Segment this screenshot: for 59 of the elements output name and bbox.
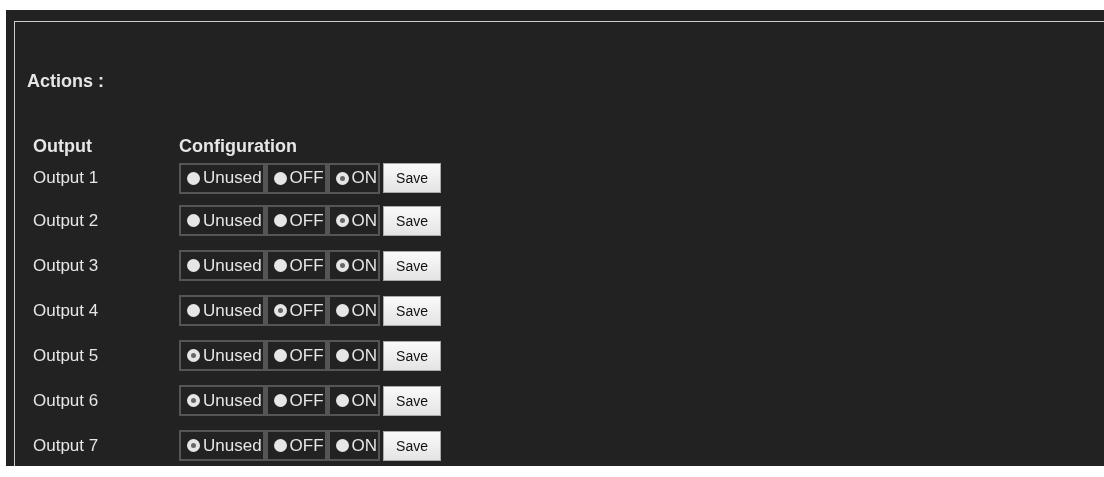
radio-button[interactable] <box>273 259 287 272</box>
save-button[interactable]: Save <box>383 163 442 193</box>
radio-button[interactable] <box>335 214 349 227</box>
output-label: Output 7 <box>33 435 100 457</box>
output-label: Output 3 <box>33 255 100 277</box>
radio-button[interactable] <box>335 171 349 185</box>
save-button[interactable]: Save <box>383 430 442 461</box>
radio-option[interactable]: ON <box>329 432 379 459</box>
radio-option[interactable]: OFF <box>267 252 325 279</box>
radio-button[interactable] <box>335 259 349 272</box>
save-button[interactable]: Save <box>383 205 442 236</box>
radio-option[interactable]: Unused <box>181 387 263 414</box>
radio-button[interactable] <box>187 259 200 272</box>
section-title: Actions : <box>27 71 104 92</box>
radio-option[interactable]: Unused <box>181 164 263 192</box>
radio-button[interactable] <box>187 439 200 452</box>
save-button[interactable]: Save <box>383 385 442 416</box>
radio-option[interactable]: ON <box>329 164 379 192</box>
column-header: Configuration <box>179 135 298 158</box>
radio-option[interactable]: ON <box>329 252 379 279</box>
radio-button[interactable] <box>273 439 287 452</box>
radio-option[interactable]: OFF <box>267 297 325 324</box>
radio-button[interactable] <box>335 349 349 362</box>
radio-option[interactable]: Unused <box>181 252 263 279</box>
radio-button[interactable] <box>273 349 287 362</box>
radio-option[interactable]: ON <box>329 387 379 414</box>
save-button[interactable]: Save <box>383 250 442 281</box>
radio-button[interactable] <box>273 304 287 317</box>
radio-option[interactable]: OFF <box>267 432 325 459</box>
output-label: Output 4 <box>33 300 100 322</box>
radio-option[interactable]: Unused <box>181 297 263 324</box>
radio-button[interactable] <box>187 214 200 227</box>
column-header: Output <box>33 135 93 158</box>
radio-option[interactable]: ON <box>329 297 379 324</box>
radio-option[interactable]: ON <box>329 342 379 369</box>
radio-button[interactable] <box>187 394 200 407</box>
radio-option[interactable]: OFF <box>267 207 325 234</box>
radio-option[interactable]: OFF <box>267 164 325 192</box>
radio-button[interactable] <box>273 394 287 407</box>
output-label: Output 2 <box>33 210 100 232</box>
radio-button[interactable] <box>335 394 349 407</box>
radio-option[interactable]: Unused <box>181 207 263 234</box>
radio-button[interactable] <box>273 171 287 185</box>
radio-button[interactable] <box>187 171 200 185</box>
save-button[interactable]: Save <box>383 340 442 371</box>
radio-button[interactable] <box>273 214 287 227</box>
save-button[interactable]: Save <box>383 295 442 326</box>
radio-button[interactable] <box>335 439 349 452</box>
radio-option[interactable]: OFF <box>267 387 325 414</box>
radio-button[interactable] <box>187 349 200 362</box>
radio-option[interactable]: ON <box>329 207 379 234</box>
radio-option[interactable]: Unused <box>181 342 263 369</box>
output-label: Output 1 <box>33 167 100 189</box>
radio-option[interactable]: Unused <box>181 432 263 459</box>
radio-button[interactable] <box>187 304 200 317</box>
output-label: Output 6 <box>33 390 100 412</box>
radio-option[interactable]: OFF <box>267 342 325 369</box>
radio-button[interactable] <box>335 304 349 317</box>
output-label: Output 5 <box>33 345 100 367</box>
